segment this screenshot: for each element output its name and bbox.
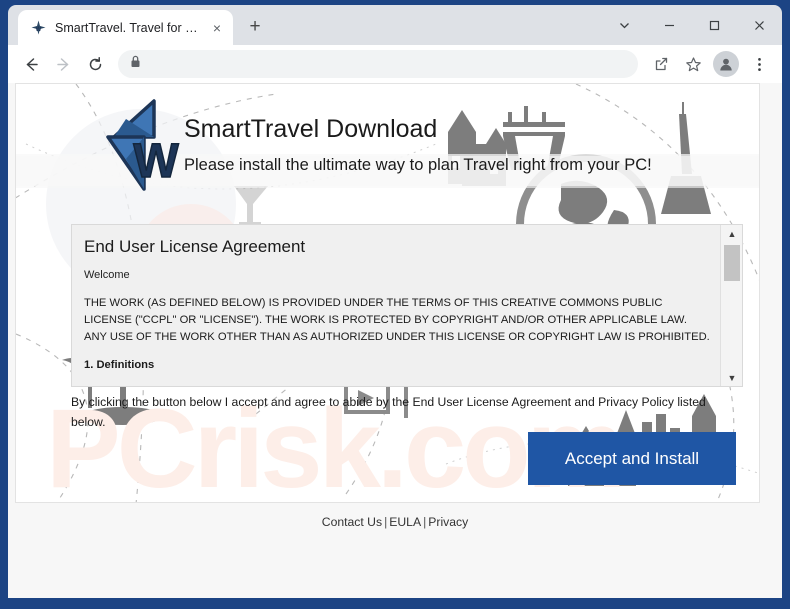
scrollbar-thumb[interactable] <box>724 245 740 281</box>
close-window-icon[interactable] <box>737 5 782 45</box>
accept-and-install-button[interactable]: Accept and Install <box>528 432 736 485</box>
tab-strip: W SmartTravel. Travel for PC. × + <box>8 5 782 45</box>
browser-tab[interactable]: W SmartTravel. Travel for PC. × <box>18 10 233 45</box>
eula-scrollbar[interactable]: ▲ ▼ <box>720 225 742 386</box>
back-icon[interactable] <box>16 49 46 79</box>
compass-favicon: W <box>30 19 47 36</box>
svg-text:W: W <box>133 135 179 188</box>
eula-paragraph: THE WORK (AS DEFINED BELOW) IS PROVIDED … <box>84 297 710 343</box>
maximize-icon[interactable] <box>692 5 737 45</box>
eula-welcome: Welcome <box>84 269 130 281</box>
tab-search-icon[interactable] <box>602 5 647 45</box>
eula-title: End User License Agreement <box>84 237 306 256</box>
bookmark-star-icon[interactable] <box>678 49 708 79</box>
footer-separator-1: | <box>384 515 388 529</box>
forward-icon[interactable] <box>48 49 78 79</box>
browser-menu-icon[interactable] <box>744 49 774 79</box>
browser-window: W SmartTravel. Travel for PC. × + PCrisk… <box>0 0 790 609</box>
footer-link-contact[interactable]: Contact Us <box>322 515 382 529</box>
eula-section-heading: 1. Definitions <box>84 359 155 371</box>
footer-link-eula[interactable]: EULA <box>389 515 421 529</box>
eula-definition: "Adaptation" means a work based upon the… <box>84 384 710 386</box>
window-controls <box>602 5 782 45</box>
page-header: W SmartTravel Download Please install th… <box>16 84 759 202</box>
minimize-icon[interactable] <box>647 5 692 45</box>
footer-separator-2: | <box>423 515 427 529</box>
page-footer: Contact Us | EULA | Privacy <box>8 515 782 529</box>
new-tab-button[interactable]: + <box>241 13 269 41</box>
share-icon[interactable] <box>646 49 676 79</box>
reload-icon[interactable] <box>80 49 110 79</box>
eula-content: End User License Agreement Welcome THE W… <box>72 225 720 386</box>
page-title: SmartTravel Download <box>184 115 438 143</box>
profile-avatar[interactable] <box>713 51 739 77</box>
eula-panel: End User License Agreement Welcome THE W… <box>71 224 743 387</box>
web-page: PCrisk.com W SmartTravel Download Please… <box>8 83 782 598</box>
browser-viewport: PCrisk.com W SmartTravel Download Please… <box>8 83 782 598</box>
promo-card: PCrisk.com W SmartTravel Download Please… <box>15 83 760 503</box>
tab-title: SmartTravel. Travel for PC. <box>55 20 199 35</box>
scroll-down-icon[interactable]: ▼ <box>721 369 742 386</box>
browser-toolbar <box>8 45 782 83</box>
scroll-up-icon[interactable]: ▲ <box>721 225 742 242</box>
address-bar[interactable] <box>118 50 638 78</box>
lock-icon <box>130 55 141 73</box>
footer-link-privacy[interactable]: Privacy <box>428 515 468 529</box>
consent-text: By clicking the button below I accept an… <box>71 395 706 429</box>
close-icon[interactable]: × <box>207 18 227 38</box>
svg-text:W: W <box>36 27 42 33</box>
page-subtitle: Please install the ultimate way to plan … <box>184 156 652 174</box>
